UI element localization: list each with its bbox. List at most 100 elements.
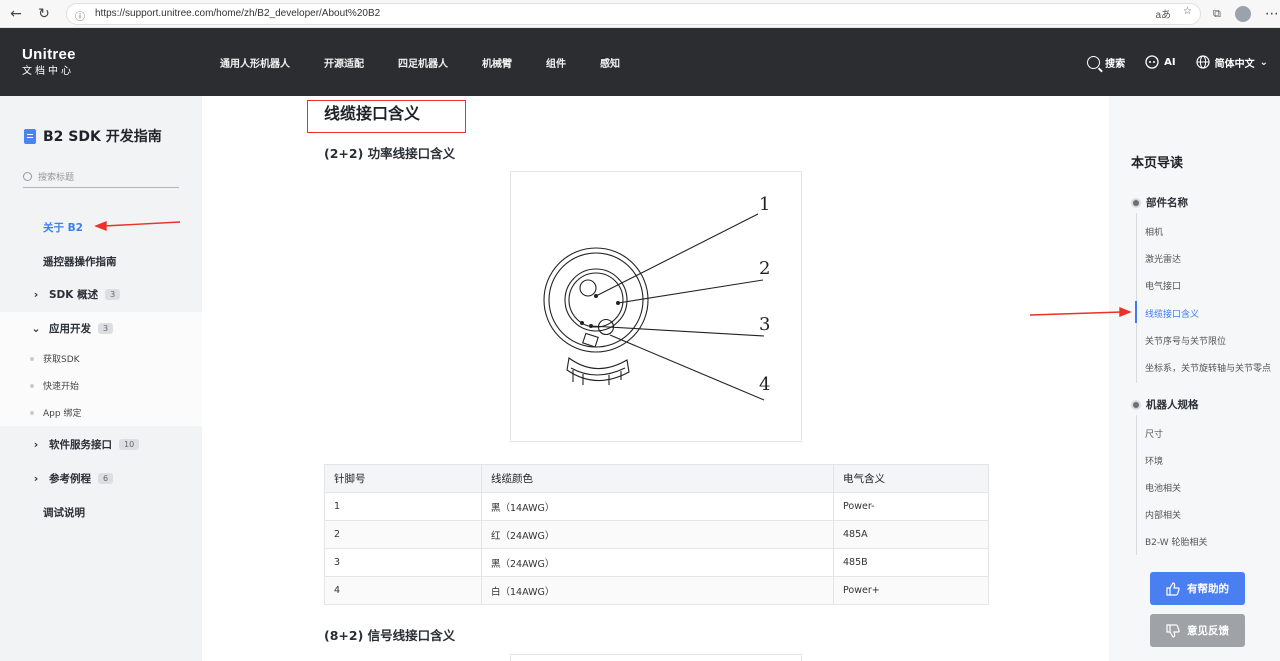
site-logo[interactable]: Unitree 文档中心 — [22, 45, 192, 78]
sidebar-search-input[interactable]: 搜索标题 — [23, 166, 179, 188]
count-badge: 10 — [119, 439, 140, 450]
reload-icon[interactable]: ↻ — [32, 2, 56, 26]
address-bar[interactable]: ⓘ https://support.unitree.com/home/zh/B2… — [66, 2, 1201, 25]
toc-item-internal[interactable]: 内部相关 — [1145, 508, 1181, 521]
search-icon — [1087, 55, 1101, 69]
menu-item-components[interactable]: 组件 — [546, 55, 566, 70]
language-selector[interactable]: 简体中文 ⌄ — [1196, 55, 1268, 70]
toc-item-cable-meaning[interactable]: 线缆接口含义 — [1145, 307, 1199, 320]
menu-item-humanoid[interactable]: 通用人形机器人 — [220, 55, 290, 70]
logo-text: Unitree — [22, 45, 76, 63]
table-cell: 4 — [324, 576, 482, 605]
toc-item-joint-limits[interactable]: 关节序号与关节限位 — [1145, 334, 1226, 347]
subheading-signal-cable: (8+2) 信号线接口含义 — [324, 628, 456, 643]
more-options-icon[interactable]: ⋯ — [1265, 6, 1279, 22]
ai-label: AI — [1164, 56, 1176, 68]
toc-item-lidar[interactable]: 激光雷达 — [1145, 252, 1181, 265]
table-cell: 485A — [833, 520, 989, 549]
toc-item-wheel[interactable]: B2-W 轮胎相关 — [1145, 535, 1208, 548]
menu-item-quadruped[interactable]: 四足机器人 — [398, 55, 448, 70]
favorite-star-icon[interactable]: ☆ — [1183, 6, 1192, 21]
ai-icon — [1145, 55, 1159, 69]
sidebar-item-app-dev[interactable]: ⌄ 应用开发 3 — [30, 321, 114, 336]
logo-subtext: 文档中心 — [22, 66, 74, 78]
tree-dot — [30, 411, 34, 415]
count-badge: 3 — [98, 323, 114, 334]
sidebar-item-examples[interactable]: › 参考例程 6 — [30, 471, 114, 486]
sidebar-item-label: 应用开发 — [49, 323, 91, 335]
toc-section-parts[interactable]: 部件名称 — [1133, 195, 1188, 210]
menu-item-open-source[interactable]: 开源适配 — [324, 55, 364, 70]
sidebar-title-text: B2 SDK 开发指南 — [43, 129, 162, 145]
chevron-down-icon: ⌄ — [1259, 56, 1268, 68]
col-header-color: 线缆颜色 — [481, 464, 834, 493]
toc-title: 本页导读 — [1131, 156, 1184, 171]
sidebar-item-app-bind[interactable]: App 绑定 — [43, 406, 81, 419]
toc-section-specs[interactable]: 机器人规格 — [1133, 397, 1199, 412]
profile-avatar[interactable] — [1234, 5, 1251, 22]
toc-section-label: 机器人规格 — [1146, 399, 1199, 411]
toc-rail — [1136, 415, 1137, 555]
feedback-button[interactable]: 意见反馈 — [1150, 614, 1245, 647]
page-toc: 本页导读 部件名称 相机 激光雷达 电气接口 线缆接口含义 关节序号与关节限位 … — [1109, 96, 1280, 661]
sidebar-item-debug[interactable]: 调试说明 — [43, 505, 85, 520]
toc-item-electrical[interactable]: 电气接口 — [1145, 279, 1181, 292]
sidebar-item-about-b2[interactable]: 关于 B2 — [43, 220, 83, 235]
chevron-right-icon: › — [33, 472, 39, 485]
menu-item-perception[interactable]: 感知 — [600, 55, 620, 70]
thumbs-up-icon — [1166, 581, 1180, 596]
sidebar-item-label: 参考例程 — [49, 473, 91, 485]
ai-button[interactable]: AI — [1145, 55, 1176, 69]
left-sidebar: B2 SDK 开发指南 搜索标题 关于 B2 遥控器操作指南 › SDK 概述 … — [0, 96, 202, 661]
connector-diagram: 1 2 3 4 — [510, 171, 802, 442]
toc-item-battery[interactable]: 电池相关 — [1145, 481, 1181, 494]
chevron-right-icon: › — [33, 438, 39, 451]
url-text: https://support.unitree.com/home/zh/B2_d… — [95, 8, 381, 19]
tree-dot — [30, 357, 34, 361]
search-button[interactable]: 搜索 — [1087, 55, 1125, 70]
toc-item-size[interactable]: 尺寸 — [1145, 427, 1163, 440]
sidebar-title: B2 SDK 开发指南 — [24, 126, 162, 146]
thumbs-down-icon — [1166, 623, 1180, 638]
toc-bullet-icon — [1133, 199, 1139, 206]
table-row: 3 黑（24AWG） 485B — [324, 548, 989, 577]
sidebar-item-sdk-overview[interactable]: › SDK 概述 3 — [30, 287, 121, 302]
toc-section-label: 部件名称 — [1146, 197, 1188, 209]
table-cell: 白（14AWG） — [481, 576, 834, 605]
count-badge: 3 — [105, 289, 121, 300]
sidebar-item-services[interactable]: › 软件服务接口 10 — [30, 437, 140, 452]
toc-item-coordinate[interactable]: 坐标系，关节旋转轴与关节零点 — [1145, 361, 1271, 374]
connector-drawing: 1 2 3 4 — [543, 194, 770, 401]
sidebar-item-get-sdk[interactable]: 获取SDK — [43, 352, 80, 365]
read-aloud-icon[interactable]: aあ — [1155, 6, 1171, 21]
helpful-button[interactable]: 有帮助的 — [1150, 572, 1245, 605]
site-info-icon[interactable]: ⓘ — [75, 8, 87, 23]
sidebar-item-quick-start[interactable]: 快速开始 — [43, 379, 79, 392]
col-header-pin: 针脚号 — [324, 464, 482, 493]
table-row: 1 黑（14AWG） Power- — [324, 492, 989, 521]
pin-table: 针脚号 线缆颜色 电气含义 1 黑（14AWG） Power- 2 红（24AW… — [324, 464, 989, 605]
table-cell: 3 — [324, 548, 482, 577]
sidebar-item-label: 软件服务接口 — [49, 439, 112, 451]
globe-icon — [1196, 55, 1210, 69]
main-content: 线缆接口含义 (2+2) 功率线接口含义 1 2 3 4 针脚号 线缆颜色 电气… — [202, 96, 1109, 661]
document-icon — [24, 128, 36, 144]
annotation-highlight-box — [307, 100, 466, 133]
toc-item-camera[interactable]: 相机 — [1145, 225, 1163, 238]
menu-item-arm[interactable]: 机械臂 — [482, 55, 512, 70]
pin-label-2: 2 — [759, 258, 770, 279]
feedback-label: 意见反馈 — [1187, 625, 1229, 637]
col-header-meaning: 电气含义 — [833, 464, 989, 493]
table-row: 2 红（24AWG） 485A — [324, 520, 989, 549]
back-icon[interactable]: ← — [4, 2, 28, 26]
toc-item-environment[interactable]: 环境 — [1145, 454, 1163, 467]
chevron-right-icon: › — [33, 288, 39, 301]
table-cell: 黑（14AWG） — [481, 492, 834, 521]
table-cell: 485B — [833, 548, 989, 577]
collections-icon[interactable]: ⧉ — [1213, 7, 1221, 21]
sidebar-item-remote-guide[interactable]: 遥控器操作指南 — [43, 254, 117, 269]
main-menu: 通用人形机器人 开源适配 四足机器人 机械臂 组件 感知 — [220, 55, 620, 70]
table-row: 4 白（14AWG） Power+ — [324, 576, 989, 605]
browser-toolbar: ← ↻ ⓘ https://support.unitree.com/home/z… — [0, 0, 1280, 28]
search-icon — [23, 172, 32, 181]
